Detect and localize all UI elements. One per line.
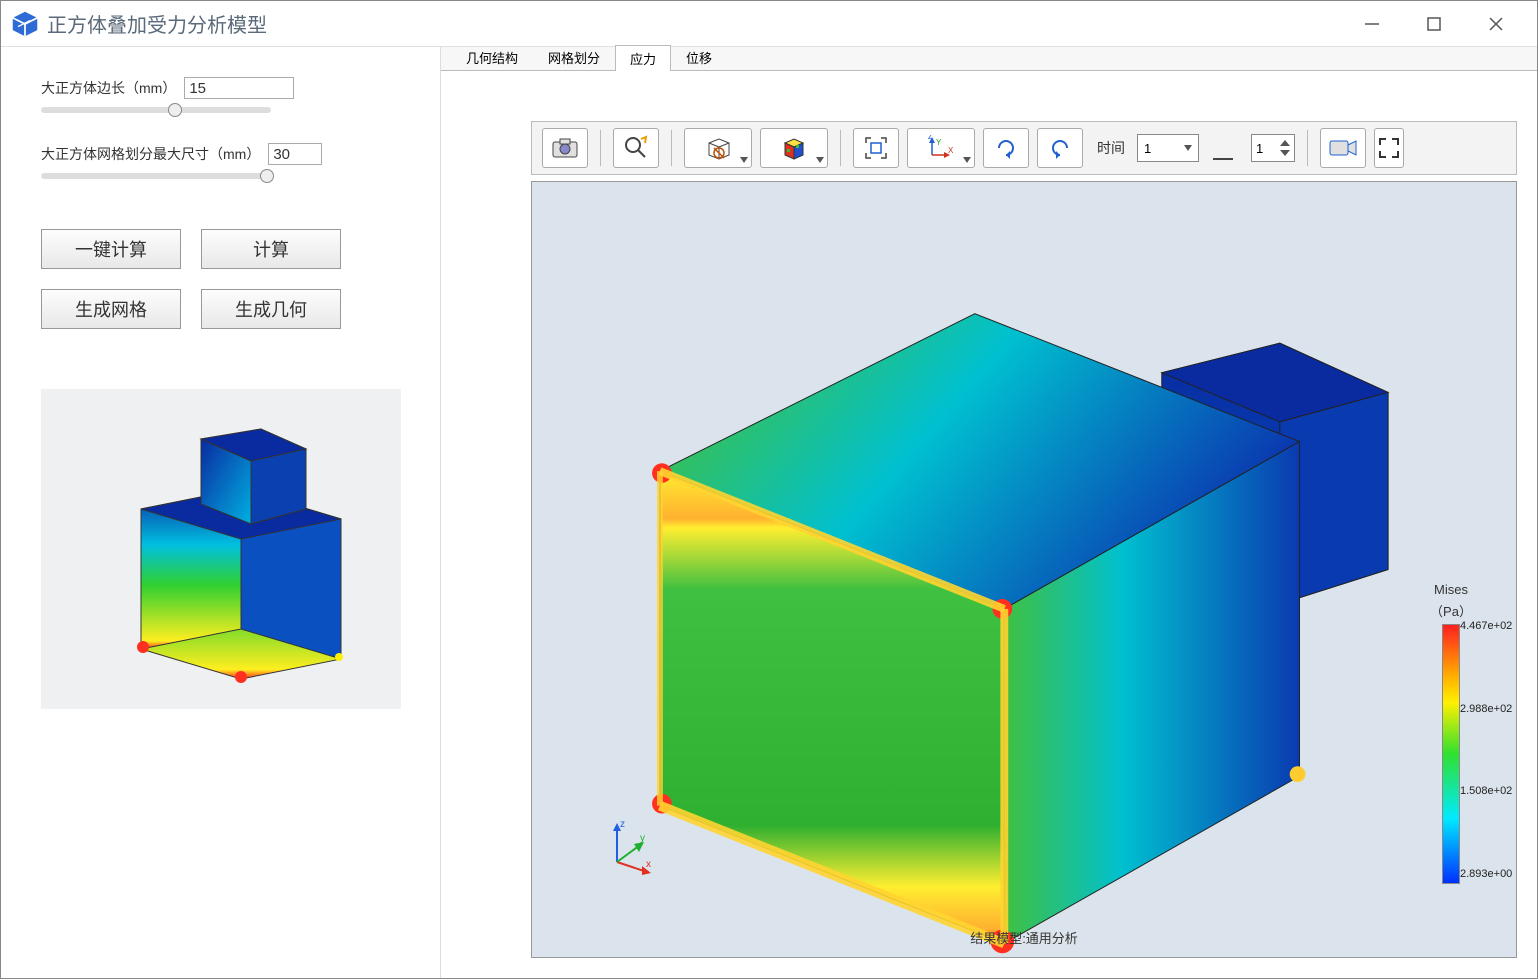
3d-viewport[interactable]: z x y Mises （Pa） 4.467e+02 2.988e+02 1.5… <box>531 181 1517 958</box>
generate-geometry-button[interactable]: 生成几何 <box>201 289 341 329</box>
svg-text:X: X <box>948 146 954 155</box>
titlebar: 正方体叠加受力分析模型 <box>1 1 1537 47</box>
rotate-ccw-button[interactable] <box>1037 128 1083 168</box>
thumbnail-preview <box>41 389 401 709</box>
cube-colormap-button[interactable] <box>760 128 828 168</box>
step-spinner[interactable]: 1 <box>1251 134 1295 162</box>
param-edge-length-label: 大正方体边长（mm） <box>41 78 176 98</box>
legend-values: 4.467e+02 2.988e+02 1.508e+02 2.893e+00 <box>1460 620 1512 880</box>
param-edge-length: 大正方体边长（mm） <box>41 77 400 113</box>
camera-button[interactable] <box>1320 128 1366 168</box>
tab-geometry[interactable]: 几何结构 <box>451 44 533 70</box>
window-title: 正方体叠加受力分析模型 <box>47 9 1361 38</box>
canvas-wrap: YZ X 时间 1 1 <box>441 71 1537 978</box>
svg-text:x: x <box>646 859 651 870</box>
compute-button[interactable]: 计算 <box>201 229 341 269</box>
snapshot-button[interactable] <box>542 128 588 168</box>
axis-triad-icon: z x y <box>602 817 662 877</box>
tab-stress[interactable]: 应力 <box>615 45 671 71</box>
onekey-compute-button[interactable]: 一键计算 <box>41 229 181 269</box>
svg-text:Y: Y <box>936 138 942 147</box>
legend-colorbar <box>1442 624 1460 884</box>
generate-mesh-button[interactable]: 生成网格 <box>41 289 181 329</box>
window-controls <box>1361 13 1527 35</box>
body: 大正方体边长（mm） 大正方体网格划分最大尺寸（mm） 一键计算 计算 生成网格… <box>1 47 1537 978</box>
sidebar: 大正方体边长（mm） 大正方体网格划分最大尺寸（mm） 一键计算 计算 生成网格… <box>1 47 441 978</box>
param-mesh-size-slider[interactable] <box>41 173 271 179</box>
stress-result-model <box>532 182 1516 957</box>
zoom-button[interactable] <box>613 128 659 168</box>
legend-title-2: （Pa） <box>1406 601 1496 620</box>
maximize-button[interactable] <box>1423 13 1445 35</box>
separator-line-icon <box>1213 136 1233 160</box>
app-icon <box>11 10 39 38</box>
close-button[interactable] <box>1485 13 1507 35</box>
step-value: 1 <box>1256 141 1263 156</box>
fit-view-button[interactable] <box>853 128 899 168</box>
param-mesh-size: 大正方体网格划分最大尺寸（mm） <box>41 143 400 179</box>
color-legend: Mises （Pa） 4.467e+02 2.988e+02 1.508e+02… <box>1406 582 1496 884</box>
result-tabs: 几何结构 网格划分 应力 位移 <box>441 47 1537 71</box>
param-mesh-size-input[interactable] <box>268 143 322 165</box>
legend-title-1: Mises <box>1406 582 1496 597</box>
time-label: 时间 <box>1097 138 1125 158</box>
tab-displacement[interactable]: 位移 <box>671 44 727 70</box>
action-buttons: 一键计算 计算 生成网格 生成几何 <box>41 229 400 329</box>
expand-button[interactable] <box>1374 128 1404 168</box>
minimize-button[interactable] <box>1361 13 1383 35</box>
svg-text:y: y <box>640 833 645 844</box>
time-value: 1 <box>1144 141 1151 156</box>
param-mesh-size-label: 大正方体网格划分最大尺寸（mm） <box>41 144 260 164</box>
app-window: 正方体叠加受力分析模型 大正方体边长（mm） 大正方体网格划分最大尺寸（mm） <box>0 0 1538 979</box>
tab-mesh[interactable]: 网格划分 <box>533 44 615 70</box>
svg-text:z: z <box>620 819 625 830</box>
param-edge-length-input[interactable] <box>184 77 294 99</box>
rotate-cw-button[interactable] <box>983 128 1029 168</box>
svg-text:Z: Z <box>928 135 933 141</box>
viewport-toolbar: YZ X 时间 1 1 <box>531 121 1517 175</box>
box-view-button[interactable] <box>684 128 752 168</box>
param-edge-length-slider[interactable] <box>41 107 271 113</box>
time-dropdown[interactable]: 1 <box>1137 134 1199 162</box>
main-panel: 几何结构 网格划分 应力 位移 <box>441 47 1537 978</box>
axis-orient-button[interactable]: YZ X <box>907 128 975 168</box>
viewport-footer-label: 结果模型:通用分析 <box>970 928 1078 947</box>
